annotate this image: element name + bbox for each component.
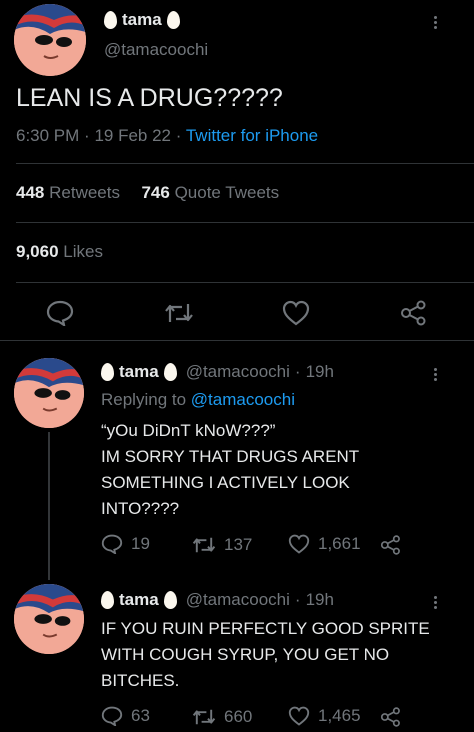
like-action[interactable]: 1,465: [288, 706, 361, 726]
reply-author-row: tama @tamacoochi · 19h: [101, 590, 334, 610]
separator: ·: [294, 362, 301, 381]
egg-emoji-icon: [104, 11, 117, 29]
egg-emoji-icon: [163, 591, 177, 609]
share-icon[interactable]: [380, 707, 402, 732]
more-options-icon[interactable]: [432, 594, 438, 611]
reply-age: 19h: [305, 362, 334, 381]
reply-action[interactable]: 63: [101, 706, 150, 726]
tweet-time: 6:30 PM: [16, 126, 80, 145]
like-action[interactable]: 1,661: [288, 534, 361, 554]
reply-author-handle[interactable]: @tamacoochi: [186, 590, 290, 610]
separator: ·: [175, 126, 182, 145]
reply-author-name[interactable]: tama: [119, 590, 159, 610]
tweet-source-link[interactable]: Twitter for iPhone: [186, 126, 318, 145]
separator: ·: [294, 590, 301, 609]
retweet-count: 137: [224, 535, 253, 554]
retweet-count: 660: [224, 707, 253, 726]
reply-icon[interactable]: [46, 300, 74, 331]
quote-count: 746: [141, 183, 170, 202]
reply-text: “yOu DiDnT kNoW???” IM SORRY THAT DRUGS …: [101, 418, 359, 522]
replying-to-label: Replying to: [101, 390, 187, 409]
share-icon[interactable]: [400, 300, 428, 331]
share-icon[interactable]: [380, 535, 402, 560]
reply-icon: [101, 534, 123, 554]
reply-age: 19h: [305, 590, 334, 609]
more-options-icon[interactable]: [432, 14, 438, 31]
quote-tweets-stat[interactable]: 746 Quote Tweets: [141, 183, 279, 202]
egg-emoji-icon: [166, 11, 180, 29]
author-row: tama: [104, 10, 180, 30]
reply-action[interactable]: 19: [101, 534, 150, 554]
reply-author-handle[interactable]: @tamacoochi: [186, 362, 290, 382]
retweets-count: 448: [16, 183, 45, 202]
like-count: 1,661: [318, 534, 361, 553]
egg-emoji-icon: [101, 591, 114, 609]
reply-author-row: tama @tamacoochi · 19h: [101, 362, 334, 382]
replying-to-handle[interactable]: @tamacoochi: [191, 390, 295, 409]
replying-to: Replying to @tamacoochi: [101, 390, 295, 410]
likes-count: 9,060: [16, 242, 59, 261]
reply-text-line: IM SORRY THAT DRUGS ARENT: [101, 447, 360, 466]
likes-label: Likes: [63, 242, 103, 261]
reply-text: IF YOU RUIN PERFECTLY GOOD SPRITE WITH C…: [101, 616, 430, 694]
avatar[interactable]: [14, 358, 84, 428]
tweet-date: 19 Feb 22: [94, 126, 172, 145]
reply-text-line: WITH COUGH SYRUP, YOU GET NO: [101, 645, 390, 664]
retweet-icon: [192, 537, 216, 553]
retweet-icon[interactable]: [164, 302, 194, 329]
likes-stat[interactable]: 9,060 Likes: [16, 242, 103, 262]
quote-label: Quote Tweets: [174, 183, 280, 202]
tweet-text: LEAN IS A DRUG?????: [16, 84, 283, 112]
like-icon[interactable]: [282, 300, 310, 331]
retweet-action[interactable]: 660: [192, 707, 252, 727]
egg-emoji-icon: [101, 363, 114, 381]
divider: [0, 340, 474, 341]
egg-emoji-icon: [163, 363, 177, 381]
thread-line: [48, 432, 50, 580]
tweet-meta: 6:30 PM · 19 Feb 22 · Twitter for iPhone: [16, 126, 318, 146]
reply-text-line: BITCHES.: [101, 671, 180, 690]
separator: ·: [84, 126, 90, 145]
retweet-icon: [192, 709, 216, 725]
divider: [16, 163, 474, 164]
retweet-action[interactable]: 137: [192, 535, 252, 555]
like-icon: [288, 706, 310, 726]
reply-text-line: “yOu DiDnT kNoW???”: [101, 421, 276, 440]
reply-author-name[interactable]: tama: [119, 362, 159, 382]
divider: [16, 282, 474, 283]
author-name[interactable]: tama: [122, 10, 162, 30]
avatar[interactable]: [14, 584, 84, 654]
reply-text-line: INTO????: [101, 499, 180, 518]
avatar[interactable]: [14, 4, 86, 76]
divider: [16, 222, 474, 223]
engagement-stats: 448 Retweets 746 Quote Tweets: [16, 183, 279, 203]
reply-count: 63: [131, 706, 150, 725]
retweets-stat[interactable]: 448 Retweets: [16, 183, 125, 202]
retweets-label: Retweets: [49, 183, 120, 202]
like-icon: [288, 534, 310, 554]
reply-icon: [101, 706, 123, 726]
author-handle[interactable]: @tamacoochi: [104, 40, 208, 60]
reply-text-line: SOMETHING I ACTIVELY LOOK: [101, 473, 350, 492]
reply-text-line: IF YOU RUIN PERFECTLY GOOD SPRITE: [101, 619, 430, 638]
like-count: 1,465: [318, 706, 361, 725]
reply-count: 19: [131, 534, 150, 553]
more-options-icon[interactable]: [432, 366, 438, 383]
